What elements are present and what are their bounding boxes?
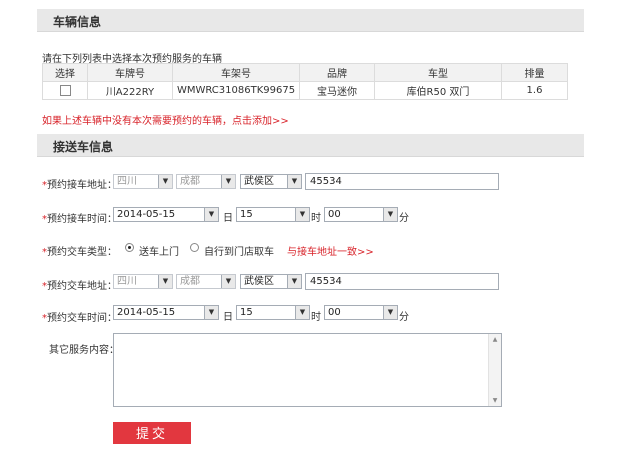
vehicle-table-header: 选择 车牌号 车架号 品牌 车型 排量 [42,63,568,82]
vin-cell: WMWRC31086TK99675 [172,81,300,100]
pickup-section-title: 接送车信息 [53,140,114,154]
pickup-address-input[interactable]: 45534 [305,173,499,190]
dropdown-arrow-icon: ▼ [204,306,218,319]
vehicle-table: 选择 车牌号 车架号 品牌 车型 排量 川A222RY WMWRC31086TK… [42,63,568,100]
add-vehicle-link[interactable]: 如果上述车辆中没有本次需要预约的车辆，点击添加>> [42,112,289,127]
pickup-minute-select[interactable]: 00 ▼ [324,207,398,222]
col-plate: 车牌号 [87,63,173,82]
vehicle-section-header: 车辆信息 [37,9,584,32]
minute-unit: 分 [399,312,409,323]
delivery-province-select[interactable]: 四川 ▼ [113,274,173,289]
pickup-district-select[interactable]: 武侯区 ▼ [240,174,302,189]
dropdown-arrow-icon: ▼ [295,208,309,221]
vehicle-section-title: 车辆信息 [53,15,102,29]
col-displacement: 排量 [501,63,568,82]
table-row: 川A222RY WMWRC31086TK99675 宝马迷你 库伯R50 双门 … [42,81,568,100]
pickup-city-select[interactable]: 成都 ▼ [176,174,236,189]
vehicle-select-checkbox[interactable] [59,84,71,96]
pickup-date-select[interactable]: 2014-05-15 ▼ [113,207,219,222]
other-services-textarea[interactable]: ▲ ▼ [113,333,502,407]
hour-unit: 时 [311,312,321,323]
other-services-label: 其它服务内容： [49,345,119,356]
delivery-hour-select[interactable]: 15 ▼ [236,305,310,320]
delivery-minute-select[interactable]: 00 ▼ [324,305,398,320]
textarea-scrollbar[interactable]: ▲ ▼ [488,334,501,406]
col-select: 选择 [42,63,88,82]
dropdown-arrow-icon: ▼ [221,175,235,188]
pickup-province-select[interactable]: 四川 ▼ [113,174,173,189]
dropdown-arrow-icon: ▼ [158,275,172,288]
pickup-section-header: 接送车信息 [37,134,584,157]
col-vin: 车架号 [172,63,300,82]
day-unit: 日 [223,213,233,224]
day-unit: 日 [223,312,233,323]
delivery-home-label: 送车上门 [139,247,179,258]
plate-cell: 川A222RY [87,81,173,100]
scroll-down-icon[interactable]: ▼ [489,397,501,404]
dropdown-arrow-icon: ▼ [158,175,172,188]
dropdown-arrow-icon: ▼ [383,208,397,221]
delivery-time-label: *预约交车时间： [42,313,117,324]
hour-unit: 时 [311,213,321,224]
delivery-home-radio[interactable] [125,243,134,252]
delivery-date-select[interactable]: 2014-05-15 ▼ [113,305,219,320]
dropdown-arrow-icon: ▼ [383,306,397,319]
dropdown-arrow-icon: ▼ [221,275,235,288]
delivery-address-input[interactable]: 45534 [305,273,499,290]
submit-button[interactable]: 提交 [113,422,191,444]
same-address-link[interactable]: 与接车地址一致>> [287,243,374,258]
pickup-hour-select[interactable]: 15 ▼ [236,207,310,222]
pickup-address-label: *预约接车地址： [42,180,117,191]
pickup-time-label: *预约接车时间： [42,214,117,225]
dropdown-arrow-icon: ▼ [287,275,301,288]
scroll-up-icon[interactable]: ▲ [489,336,501,343]
dropdown-arrow-icon: ▼ [204,208,218,221]
delivery-store-radio[interactable] [190,243,199,252]
delivery-address-label: *预约交车地址： [42,281,117,292]
dropdown-arrow-icon: ▼ [287,175,301,188]
brand-cell: 宝马迷你 [299,81,375,100]
model-cell: 库伯R50 双门 [374,81,502,100]
displacement-cell: 1.6 [501,81,568,100]
select-cell [42,81,88,100]
delivery-city-select[interactable]: 成都 ▼ [176,274,236,289]
col-brand: 品牌 [299,63,375,82]
dropdown-arrow-icon: ▼ [295,306,309,319]
delivery-district-select[interactable]: 武侯区 ▼ [240,274,302,289]
col-model: 车型 [374,63,502,82]
minute-unit: 分 [399,213,409,224]
delivery-store-label: 自行到门店取车 [204,247,274,258]
delivery-type-label: *预约交车类型： [42,247,117,258]
